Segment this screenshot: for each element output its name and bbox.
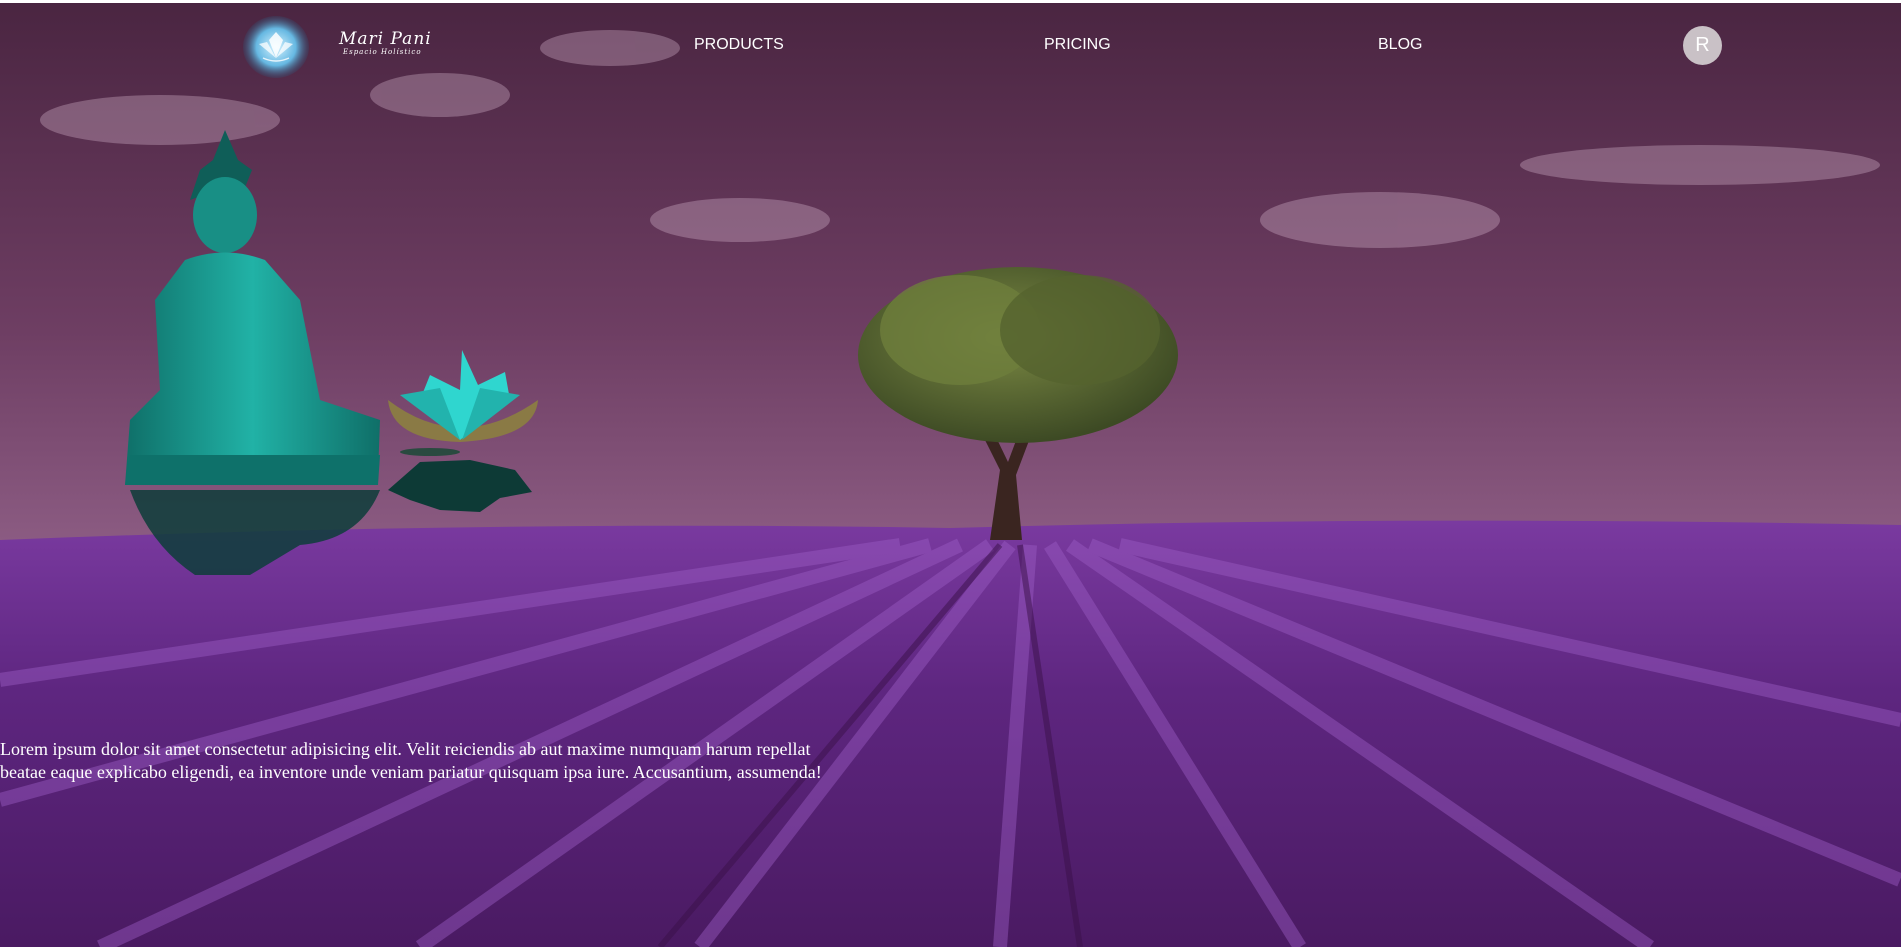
brand[interactable]: Mari Pani Espacio Holístico [339,30,432,56]
brand-name: Mari Pani [339,29,432,49]
lotus-icon[interactable] [241,14,311,80]
nav-link-blog[interactable]: BLOG [1378,36,1422,54]
nav-link-pricing[interactable]: PRICING [1044,36,1111,54]
hero-description: Lorem ipsum dolor sit amet consectetur a… [0,739,822,782]
nav-link-products[interactable]: PRODUCTS [694,36,784,54]
hero-background [0,0,1901,947]
user-avatar[interactable]: R [1683,26,1722,65]
brand-tagline: Espacio Holístico [343,48,422,56]
navbar: Mari Pani Espacio Holístico PRODUCTS PRI… [0,3,1901,88]
